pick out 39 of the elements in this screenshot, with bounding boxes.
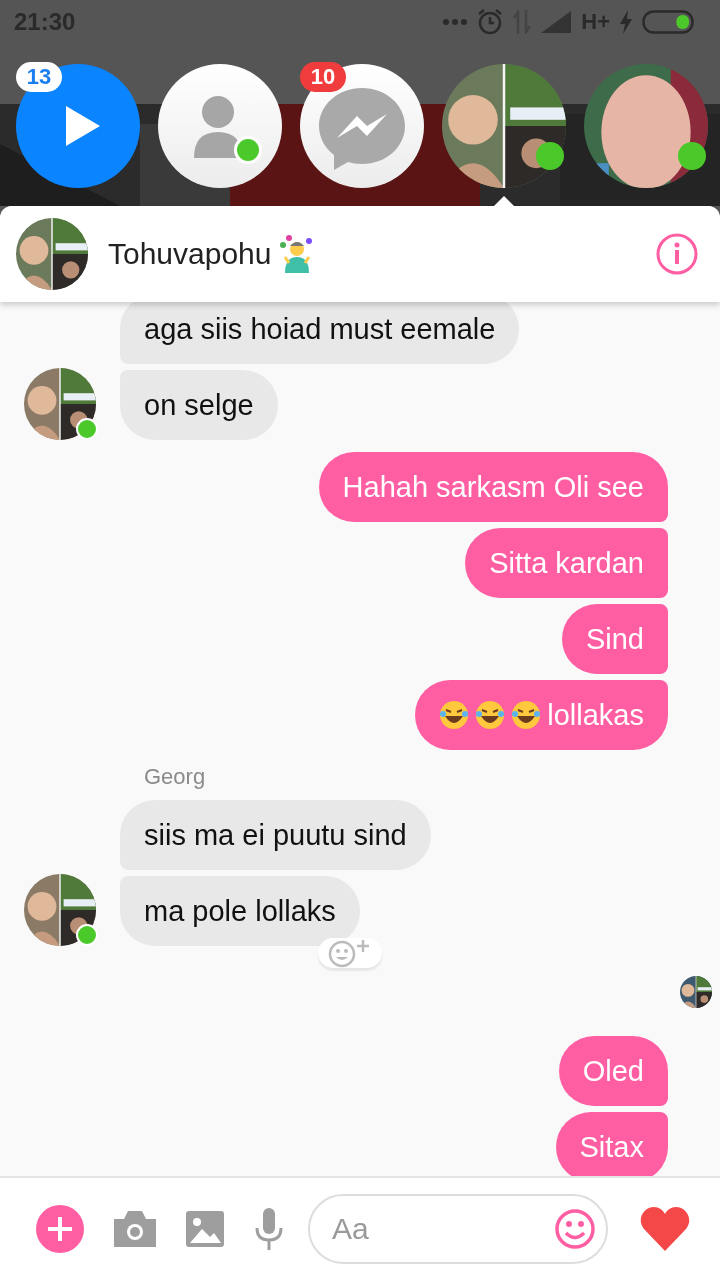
- plus-icon: [48, 1217, 72, 1241]
- add-button[interactable]: [36, 1205, 84, 1253]
- message-bubble: lollakas: [415, 680, 668, 750]
- message-bubble: Sitta kardan: [465, 528, 668, 598]
- microphone-button[interactable]: [254, 1208, 284, 1250]
- camera-icon: [114, 1211, 156, 1247]
- heart-icon: [640, 1207, 690, 1251]
- messenger-icon: [319, 88, 405, 170]
- message-bubble: siis ma ei puutu sind: [120, 800, 431, 870]
- sender-name: Georg: [144, 764, 206, 790]
- battery-icon: [642, 10, 694, 34]
- laughing-emoji-icon: [511, 700, 542, 730]
- laughing-emoji-icon: [439, 700, 470, 730]
- message-bubble: Oled: [558, 1036, 668, 1106]
- laughing-emoji-icon: [475, 700, 506, 730]
- more-icon: [443, 19, 468, 25]
- chat-head[interactable]: 13: [16, 64, 140, 188]
- microphone-icon: [254, 1208, 284, 1250]
- camera-button[interactable]: [114, 1211, 156, 1247]
- unread-badge: 13: [16, 62, 62, 92]
- message-bubble: Sind: [561, 604, 668, 674]
- message-bubble: ma pole lollaks: [120, 876, 360, 946]
- chat-head[interactable]: 10: [300, 64, 424, 188]
- message-bubble: on selge: [120, 370, 278, 440]
- add-reaction-button[interactable]: [318, 938, 382, 968]
- unread-badge: 10: [300, 62, 346, 92]
- like-button[interactable]: [640, 1207, 690, 1251]
- image-icon: [186, 1211, 224, 1247]
- message-input[interactable]: Aa: [308, 1194, 608, 1264]
- charging-icon: [620, 10, 632, 34]
- message-bubble: Hahah sarkasm Oli see: [318, 452, 668, 522]
- signal-icon: [541, 11, 572, 33]
- conversation-title: Tohuvapohu: [108, 237, 272, 271]
- play-icon: [66, 106, 100, 146]
- emoji-icon[interactable]: [554, 1208, 596, 1250]
- alarm-icon: [477, 9, 504, 35]
- info-icon[interactable]: [656, 233, 698, 275]
- message-bubble: Sitax: [555, 1112, 668, 1176]
- gallery-button[interactable]: [186, 1211, 224, 1247]
